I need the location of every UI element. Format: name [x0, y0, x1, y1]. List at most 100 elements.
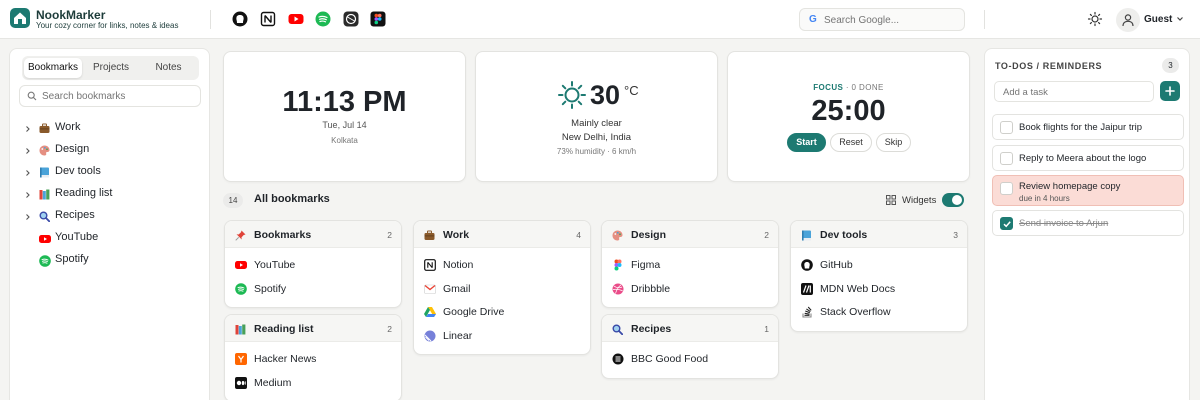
figma-icon — [612, 259, 624, 271]
briefcase-icon — [424, 230, 435, 240]
bookmark-link[interactable]: Medium — [235, 376, 395, 390]
notion-icon[interactable] — [260, 11, 276, 27]
sidebar-item-label: Spotify — [55, 253, 89, 265]
group-count: 2 — [764, 230, 769, 240]
skip-button[interactable]: Skip — [876, 133, 911, 152]
todo-item[interactable]: Book flights for the Jaipur trip — [992, 114, 1184, 140]
todo-item[interactable]: Review homepage copy due in 4 hours — [992, 175, 1184, 206]
google-search[interactable]: G — [799, 8, 965, 31]
group-header[interactable]: Work 4 — [414, 221, 590, 248]
todo-item[interactable]: Reply to Meera about the logo — [992, 145, 1184, 171]
spotify-icon[interactable] — [315, 11, 331, 27]
mdn-icon — [801, 282, 813, 295]
sidebar-item-label: Design — [55, 143, 90, 155]
group-header[interactable]: Design 2 — [602, 221, 778, 248]
reset-button[interactable]: Reset — [830, 133, 872, 152]
bookmark-search[interactable] — [19, 85, 201, 107]
bookmark-link[interactable]: Notion — [424, 258, 584, 272]
todo-checkbox[interactable] — [1000, 121, 1013, 134]
sidebar-item-spotify[interactable]: Spotify — [24, 252, 204, 268]
add-task-input[interactable] — [1003, 85, 1143, 99]
bookmark-link[interactable]: Stack Overflow — [801, 305, 961, 319]
sidebar-item-reading-list[interactable]: Reading list — [24, 186, 204, 202]
todo-panel: TO-DOS / REMINDERS 3 Book flights for th… — [984, 48, 1190, 400]
bookmark-label: Google Drive — [443, 306, 505, 318]
sidebar-item-label: Reading list — [55, 187, 113, 199]
sidebar-item-design[interactable]: Design — [24, 142, 204, 158]
bookmark-link[interactable]: Hacker News — [235, 352, 395, 366]
todo-text: Book flights for the Jaipur trip — [1019, 122, 1143, 133]
add-task-field[interactable] — [994, 81, 1154, 102]
start-button[interactable]: Start — [787, 133, 826, 152]
group-header[interactable]: Recipes 1 — [602, 315, 778, 342]
group-header[interactable]: Dev tools 3 — [791, 221, 967, 248]
briefcase-icon — [39, 123, 50, 133]
sidebar-item-label: YouTube — [55, 231, 99, 243]
todo-checkbox[interactable] — [1000, 182, 1013, 195]
sidebar-item-youtube[interactable]: YouTube — [24, 230, 204, 246]
bookmark-link[interactable]: MDN Web Docs — [801, 282, 961, 296]
bookmark-group-recipes: Recipes 1 BBC Good Food — [601, 314, 779, 379]
palette-icon — [612, 230, 623, 241]
theme-toggle-sun-icon[interactable] — [1087, 11, 1103, 27]
youtube-icon[interactable] — [288, 11, 304, 27]
chevron-down-icon[interactable] — [1176, 15, 1184, 23]
bookmark-link[interactable]: GitHub — [801, 258, 961, 272]
bookmark-link[interactable]: Google Drive — [424, 305, 584, 319]
bookmark-link[interactable]: BBC Good Food — [612, 352, 772, 366]
todo-item[interactable]: Send invoice to Arjun — [992, 210, 1184, 236]
bookmark-link[interactable]: Linear — [424, 329, 584, 343]
avatar[interactable] — [1116, 8, 1140, 32]
books-icon — [39, 189, 50, 200]
bookmark-group-reading-list: Reading list 2 Hacker News Medium — [224, 314, 402, 400]
tab-projects[interactable]: Projects — [83, 58, 139, 78]
chevron-right-icon[interactable] — [24, 190, 32, 202]
bookmark-link[interactable]: YouTube — [235, 258, 395, 272]
apple-icon[interactable] — [343, 11, 359, 27]
sidebar-item-dev-tools[interactable]: Dev tools — [24, 164, 204, 180]
tab-notes[interactable]: Notes — [140, 58, 197, 78]
todo-title: TO-DOS / REMINDERS — [995, 61, 1103, 71]
group-title: Work — [443, 229, 470, 241]
bookmark-link[interactable]: Spotify — [235, 282, 395, 296]
group-count: 3 — [953, 230, 958, 240]
chevron-right-icon[interactable] — [24, 212, 32, 224]
group-count: 2 — [387, 324, 392, 334]
add-task-button[interactable] — [1160, 81, 1180, 101]
chevron-right-icon[interactable] — [24, 146, 32, 158]
bookmark-link[interactable]: Gmail — [424, 282, 584, 296]
sidebar-item-recipes[interactable]: Recipes — [24, 208, 204, 224]
app-logo[interactable] — [10, 8, 30, 28]
book-icon — [39, 167, 49, 178]
chevron-right-icon[interactable] — [24, 168, 32, 180]
user-name[interactable]: Guest — [1144, 14, 1172, 25]
focus-time: 25:00 — [811, 95, 886, 127]
sidebar-item-work[interactable]: Work — [24, 120, 204, 136]
google-search-input[interactable] — [824, 12, 960, 28]
todo-checkbox[interactable] — [1000, 217, 1013, 230]
github-icon[interactable] — [232, 11, 248, 27]
group-header[interactable]: Bookmarks 2 — [225, 221, 401, 248]
brand-tagline: Your cozy corner for links, notes & idea… — [36, 21, 179, 30]
bookmark-link[interactable]: Figma — [612, 258, 772, 272]
tab-bookmarks[interactable]: Bookmarks — [24, 58, 82, 78]
bookmark-label: Gmail — [443, 282, 471, 295]
medium-icon — [235, 376, 247, 389]
widgets-label: Widgets — [902, 195, 937, 206]
spotify-icon — [39, 255, 51, 267]
book-icon — [801, 230, 811, 241]
focus-timer-widget: FOCUS · 0 DONE 25:00 Start Reset Skip — [727, 51, 970, 182]
widgets-toggle[interactable] — [942, 193, 964, 207]
group-header[interactable]: Reading list 2 — [225, 315, 401, 342]
focus-title: FOCUS — [813, 83, 844, 92]
bookmark-label: Dribbble — [631, 282, 671, 295]
chevron-right-icon[interactable] — [24, 124, 32, 136]
divider — [984, 10, 985, 29]
bookmark-group-dev-tools: Dev tools 3 GitHub MDN Web Docs Stack Overfl… — [790, 220, 968, 332]
figma-icon[interactable] — [370, 11, 386, 27]
bookmark-link[interactable]: Dribbble — [612, 282, 772, 296]
weather-widget: 30 °C Mainly clear New Delhi, India 73% … — [475, 51, 718, 182]
section-title: All bookmarks — [254, 193, 330, 205]
bookmark-search-input[interactable] — [42, 89, 192, 103]
todo-checkbox[interactable] — [1000, 152, 1013, 165]
